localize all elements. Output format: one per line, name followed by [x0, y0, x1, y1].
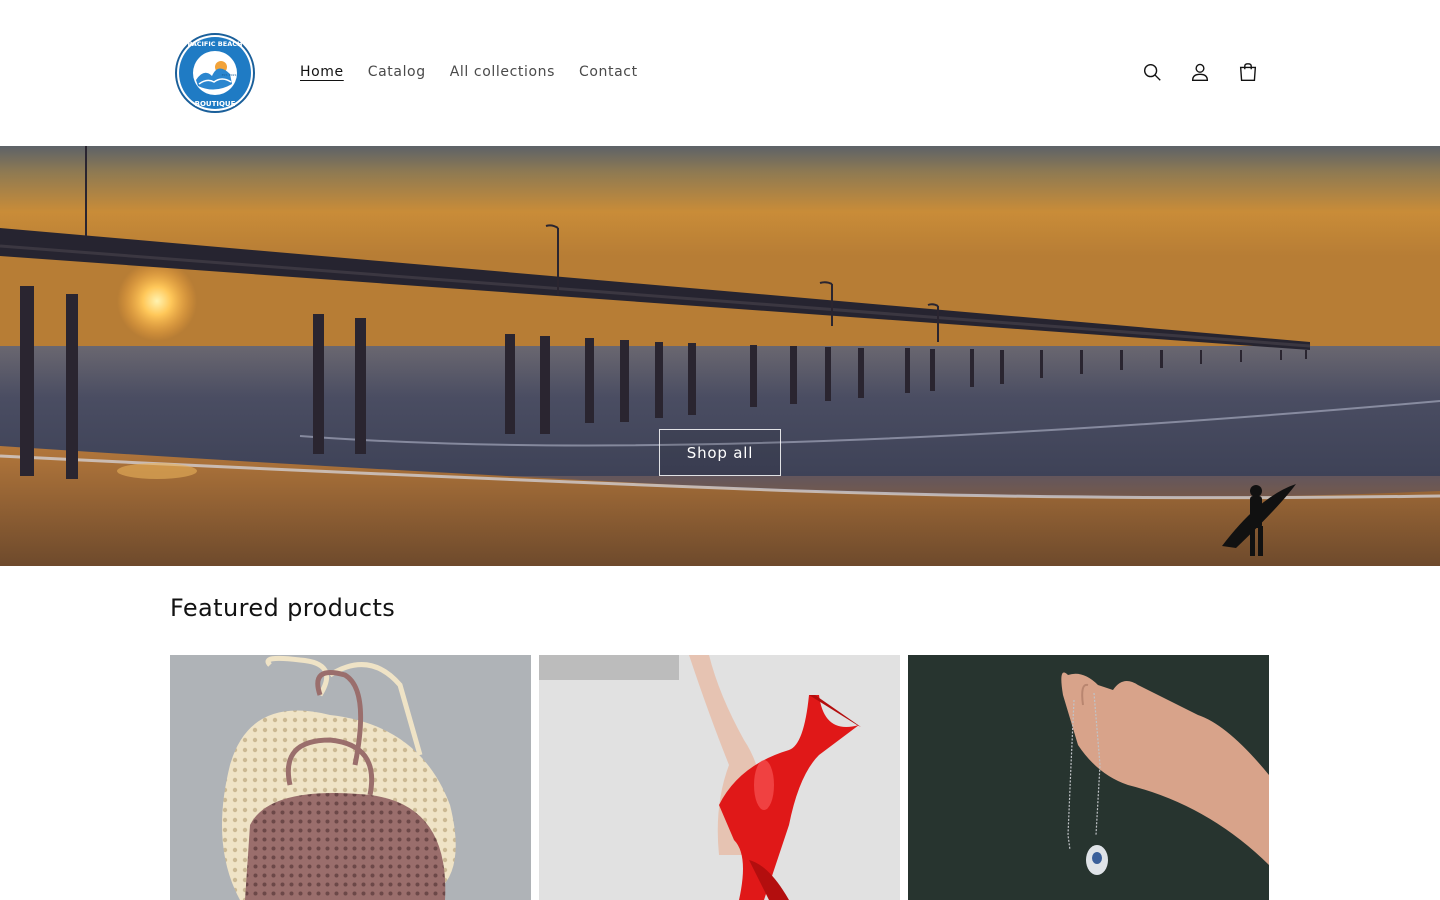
pendant-necklace-image	[908, 655, 1269, 900]
cart-icon	[1239, 63, 1257, 81]
cart-button[interactable]	[1226, 50, 1270, 94]
logo-badge-icon: PACIFIC BEACH BOUTIQUE EST. 2021	[175, 33, 255, 113]
product-grid	[170, 655, 1269, 900]
logo-text-bottom: BOUTIQUE	[195, 100, 236, 108]
hero-image	[0, 146, 1440, 566]
logo-est-text: EST. 2021	[222, 73, 237, 77]
featured-products-heading: Featured products	[170, 594, 396, 622]
nav-all-collections[interactable]: All collections	[438, 56, 567, 88]
nav-home[interactable]: Home	[288, 56, 356, 88]
site-header: PACIFIC BEACH BOUTIQUE EST. 2021 Home Ca…	[0, 0, 1440, 146]
red-heels-image	[539, 655, 900, 900]
logo-text-top: PACIFIC BEACH	[188, 40, 243, 48]
hero-banner: Shop all	[0, 146, 1440, 566]
account-icon	[1191, 63, 1209, 81]
main-nav: Home Catalog All collections Contact	[288, 56, 650, 88]
product-card-red-heels[interactable]	[539, 655, 900, 900]
search-icon	[1143, 63, 1161, 81]
store-logo[interactable]: PACIFIC BEACH BOUTIQUE EST. 2021	[174, 32, 256, 114]
nav-contact[interactable]: Contact	[567, 56, 650, 88]
shop-all-button[interactable]: Shop all	[659, 429, 781, 476]
product-card-pendant-necklace[interactable]	[908, 655, 1269, 900]
nav-catalog[interactable]: Catalog	[356, 56, 438, 88]
product-card-crochet-bags[interactable]	[170, 655, 531, 900]
crochet-bags-image	[170, 655, 531, 900]
header-icons	[1130, 50, 1270, 94]
account-button[interactable]	[1178, 50, 1222, 94]
search-button[interactable]	[1130, 50, 1174, 94]
